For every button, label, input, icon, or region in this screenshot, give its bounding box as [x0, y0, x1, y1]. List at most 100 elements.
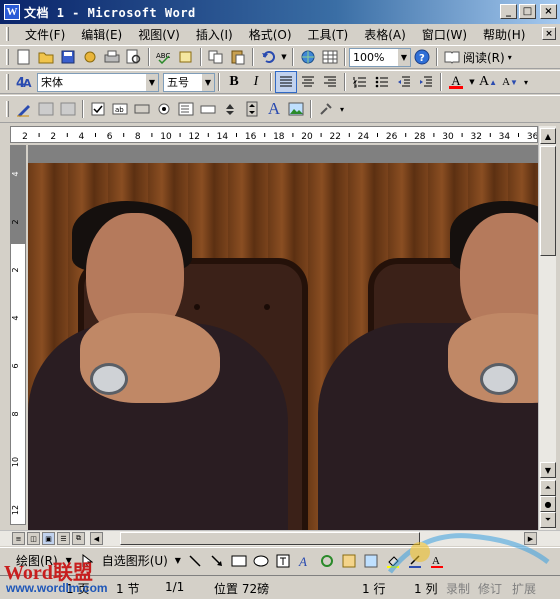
chevron-down-icon[interactable]: ▼: [397, 48, 410, 66]
decrease-indent-icon[interactable]: [393, 71, 415, 93]
scroll-left-icon[interactable]: ◀: [90, 532, 103, 545]
menu-insert[interactable]: 插入(I): [188, 26, 241, 43]
scroll-up-icon[interactable]: ▲: [540, 128, 556, 144]
image-control-icon[interactable]: [285, 98, 307, 120]
reading-mode-button[interactable]: 阅读(R): [463, 49, 505, 66]
reading-view-icon[interactable]: ⧉: [72, 532, 85, 545]
list-box-icon[interactable]: [175, 98, 197, 120]
menu-window[interactable]: 窗口(W): [414, 26, 475, 43]
oval-tool-icon[interactable]: [250, 550, 272, 572]
doc-close-button[interactable]: ×: [542, 27, 556, 40]
zoom-select[interactable]: 100% ▼: [349, 47, 411, 67]
save-icon[interactable]: [57, 46, 79, 68]
scroll-down-icon[interactable]: ▼: [540, 462, 556, 478]
close-button[interactable]: ×: [540, 4, 557, 19]
more-controls-icon[interactable]: [315, 98, 337, 120]
status-extend[interactable]: 扩展: [512, 580, 536, 597]
outline-view-icon[interactable]: ☰: [57, 532, 70, 545]
shrink-font-button[interactable]: A ▼: [499, 71, 521, 93]
styles-icon[interactable]: 4A: [13, 71, 35, 93]
toolbar-grip[interactable]: [6, 74, 9, 90]
undo-dropdown-icon[interactable]: ▼: [279, 46, 289, 68]
copy-icon[interactable]: [205, 46, 227, 68]
normal-view-icon[interactable]: ≡: [12, 532, 25, 545]
clip-art-icon[interactable]: [338, 550, 360, 572]
status-record[interactable]: 录制: [446, 580, 470, 597]
arrow-tool-icon[interactable]: [206, 550, 228, 572]
align-right-icon[interactable]: [319, 71, 341, 93]
menu-edit[interactable]: 编辑(E): [73, 26, 130, 43]
maximize-button[interactable]: □: [519, 4, 536, 19]
print-preview-icon[interactable]: [123, 46, 145, 68]
view-code-icon[interactable]: [57, 98, 79, 120]
rectangle-tool-icon[interactable]: [228, 550, 250, 572]
diagram-icon[interactable]: [316, 550, 338, 572]
toolbar-options-icon[interactable]: ▾: [505, 46, 515, 68]
word-app-icon[interactable]: W: [4, 4, 20, 20]
font-size-select[interactable]: 五号 ▼: [163, 72, 215, 92]
menu-view[interactable]: 视图(V): [130, 26, 188, 43]
bulleted-list-icon[interactable]: [371, 71, 393, 93]
chevron-down-icon[interactable]: ▼: [172, 550, 184, 572]
vertical-scroll-thumb[interactable]: [540, 146, 556, 256]
inserted-photo[interactable]: [28, 163, 308, 530]
menu-file[interactable]: 文件(F): [17, 26, 73, 43]
vertical-scrollbar[interactable]: ▲ ▼ ⏶ ● ⏷: [538, 126, 556, 530]
tables-borders-icon[interactable]: [319, 46, 341, 68]
combo-box-icon[interactable]: [197, 98, 219, 120]
menu-table[interactable]: 表格(A): [356, 26, 414, 43]
minimize-button[interactable]: _: [500, 4, 517, 19]
font-color-dropdown-icon[interactable]: ▼: [467, 71, 477, 93]
autoshapes-menu-button[interactable]: 自选图形(U): [102, 552, 168, 569]
chevron-down-icon[interactable]: ▼: [201, 73, 214, 91]
menu-tools[interactable]: 工具(T): [300, 26, 357, 43]
toolbar-grip[interactable]: [6, 101, 9, 117]
textbox-tool-icon[interactable]: [272, 550, 294, 572]
bold-button[interactable]: B: [223, 71, 245, 93]
horizontal-ruler[interactable]: 2 2 4 6 8 10 12 14 16 18 20 22 24 26 28 30 32 34 36: [10, 126, 538, 143]
help-icon[interactable]: ?: [411, 46, 433, 68]
increase-indent-icon[interactable]: [415, 71, 437, 93]
align-center-icon[interactable]: [297, 71, 319, 93]
font-color-button[interactable]: A: [445, 71, 467, 93]
checkbox-control-icon[interactable]: [87, 98, 109, 120]
open-folder-icon[interactable]: [35, 46, 57, 68]
web-layout-view-icon[interactable]: ◫: [27, 532, 40, 545]
reading-mode-icon[interactable]: [441, 46, 463, 68]
toolbar-grip[interactable]: [6, 49, 9, 65]
status-revision[interactable]: 修订: [478, 580, 502, 597]
toolbar-options-icon[interactable]: ▾: [337, 98, 347, 120]
option-button-icon[interactable]: [153, 98, 175, 120]
grow-font-button[interactable]: A ▲: [477, 71, 499, 93]
vertical-ruler[interactable]: 4 2 2 4 6 8 10 12: [10, 145, 26, 525]
line-tool-icon[interactable]: [184, 550, 206, 572]
permission-icon[interactable]: [79, 46, 101, 68]
previous-page-icon[interactable]: ⏶: [540, 480, 556, 496]
textbox-control-icon[interactable]: ab: [109, 98, 131, 120]
spelling-check-icon[interactable]: ABC: [153, 46, 175, 68]
label-control-icon[interactable]: A: [263, 98, 285, 120]
toolbar-grip[interactable]: [6, 27, 9, 41]
select-browse-object-icon[interactable]: ●: [540, 496, 556, 512]
wordart-icon[interactable]: A: [294, 550, 316, 572]
design-mode-icon[interactable]: [13, 98, 35, 120]
insert-picture-icon[interactable]: [360, 550, 382, 572]
command-button-icon[interactable]: [131, 98, 153, 120]
research-icon[interactable]: [175, 46, 197, 68]
menu-format[interactable]: 格式(O): [241, 26, 300, 43]
paste-icon[interactable]: [227, 46, 249, 68]
numbered-list-icon[interactable]: [349, 71, 371, 93]
new-document-icon[interactable]: [13, 46, 35, 68]
chevron-down-icon[interactable]: ▼: [145, 73, 158, 91]
hyperlink-icon[interactable]: [297, 46, 319, 68]
undo-icon[interactable]: [257, 46, 279, 68]
menu-help[interactable]: 帮助(H): [475, 26, 533, 43]
print-icon[interactable]: [101, 46, 123, 68]
print-layout-view-icon[interactable]: ▣: [42, 532, 55, 545]
font-name-select[interactable]: 宋体 ▼: [37, 72, 159, 92]
toggle-button-icon[interactable]: [219, 98, 241, 120]
toolbar-options-icon[interactable]: ▾: [521, 71, 531, 93]
document-canvas[interactable]: [28, 145, 538, 530]
properties-icon[interactable]: [35, 98, 57, 120]
spin-button-icon[interactable]: [241, 98, 263, 120]
